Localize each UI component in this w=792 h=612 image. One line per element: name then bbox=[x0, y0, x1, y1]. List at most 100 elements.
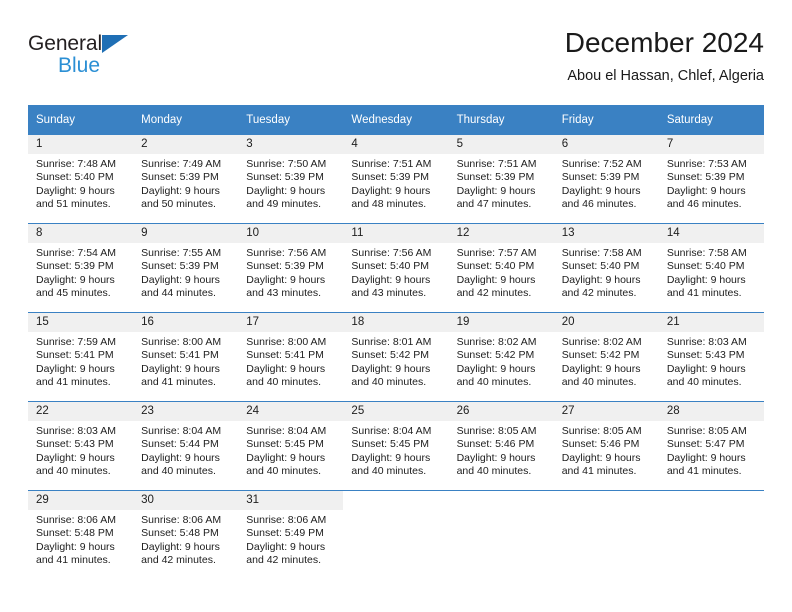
day-number: 13 bbox=[553, 224, 659, 243]
daylight-text: Daylight: 9 hours and 51 minutes. bbox=[36, 184, 115, 211]
calendar-day-cell[interactable]: 25 Sunrise: 8:04 AM Sunset: 5:45 PM Dayligh… bbox=[343, 401, 449, 491]
sunrise-text: Sunrise: 8:05 AM bbox=[456, 425, 537, 437]
calendar-day-cell[interactable]: 15 Sunrise: 7:59 AM Sunset: 5:41 PM Dayligh… bbox=[28, 312, 134, 402]
sunset-text: Sunset: 5:39 PM bbox=[351, 171, 430, 184]
calendar-day-cell[interactable]: 16 Sunrise: 8:00 AM Sunset: 5:41 PM Dayligh… bbox=[133, 312, 239, 402]
sunset-text: Sunset: 5:40 PM bbox=[456, 260, 535, 273]
daylight-text: Daylight: 9 hours and 43 minutes. bbox=[351, 273, 431, 300]
calendar-week-row: 29 Sunrise: 8:06 AM Sunset: 5:48 PM Dayligh… bbox=[28, 490, 764, 579]
daylight-text: Daylight: 9 hours and 42 minutes. bbox=[141, 540, 220, 567]
sunrise-text: Sunrise: 7:48 AM bbox=[36, 158, 116, 170]
sunrise-text: Sunrise: 7:59 AM bbox=[36, 336, 116, 348]
sunset-text: Sunset: 5:45 PM bbox=[351, 438, 430, 451]
daylight-text: Daylight: 9 hours and 44 minutes. bbox=[141, 273, 220, 300]
calendar-day-cell[interactable]: 2 Sunrise: 7:49 AM Sunset: 5:39 PM Daylight… bbox=[133, 135, 239, 224]
day-number: 2 bbox=[133, 135, 239, 154]
day-number: 30 bbox=[133, 491, 239, 510]
day-number: 16 bbox=[133, 313, 239, 332]
day-details: Sunrise: 7:59 AM Sunset: 5:41 PM Daylight:… bbox=[28, 332, 133, 390]
daylight-text: Daylight: 9 hours and 41 minutes. bbox=[666, 451, 746, 478]
calendar-week-row: 8 Sunrise: 7:54 AM Sunset: 5:39 PM Daylight… bbox=[28, 223, 764, 313]
calendar-day-cell[interactable]: 26 Sunrise: 8:05 AM Sunset: 5:46 PM Dayligh… bbox=[448, 401, 554, 491]
sunrise-text: Sunrise: 7:51 AM bbox=[351, 158, 432, 170]
day-details: Sunrise: 8:05 AM Sunset: 5:46 PM Daylight:… bbox=[449, 421, 554, 479]
calendar-day-cell[interactable]: 21 Sunrise: 8:03 AM Sunset: 5:43 PM Dayligh… bbox=[658, 312, 764, 402]
calendar-day-cell[interactable]: 7 Sunrise: 7:53 AM Sunset: 5:39 PM Daylight… bbox=[658, 135, 764, 224]
day-details: Sunrise: 8:04 AM Sunset: 5:44 PM Daylight:… bbox=[133, 421, 238, 479]
sunrise-text: Sunrise: 7:54 AM bbox=[36, 247, 116, 259]
calendar-day-cell[interactable]: 3 Sunrise: 7:50 AM Sunset: 5:39 PM Daylight… bbox=[238, 135, 344, 224]
sunset-text: Sunset: 5:43 PM bbox=[666, 349, 745, 362]
calendar-day-cell[interactable]: 13 Sunrise: 7:58 AM Sunset: 5:40 PM Dayligh… bbox=[553, 223, 659, 313]
sunset-text: Sunset: 5:40 PM bbox=[351, 260, 430, 273]
calendar-day-cell[interactable]: 23 Sunrise: 8:04 AM Sunset: 5:44 PM Dayligh… bbox=[133, 401, 239, 491]
sunset-text: Sunset: 5:48 PM bbox=[141, 527, 219, 540]
sunset-text: Sunset: 5:40 PM bbox=[36, 171, 114, 184]
calendar-day-cell[interactable]: 1 Sunrise: 7:48 AM Sunset: 5:40 PM Daylight… bbox=[28, 135, 134, 224]
calendar-day-cell[interactable]: 14 Sunrise: 7:58 AM Sunset: 5:40 PM Dayligh… bbox=[658, 223, 764, 313]
calendar-day-cell[interactable]: 29 Sunrise: 8:06 AM Sunset: 5:48 PM Dayligh… bbox=[28, 490, 134, 579]
sunset-text: Sunset: 5:46 PM bbox=[456, 438, 535, 451]
sunset-text: Sunset: 5:45 PM bbox=[246, 438, 324, 451]
day-number: 1 bbox=[28, 135, 134, 154]
calendar-day-cell[interactable]: 18 Sunrise: 8:01 AM Sunset: 5:42 PM Dayligh… bbox=[343, 312, 449, 402]
calendar-week-row: 1 Sunrise: 7:48 AM Sunset: 5:40 PM Daylight… bbox=[28, 135, 764, 224]
calendar-day-cell[interactable]: 8 Sunrise: 7:54 AM Sunset: 5:39 PM Daylight… bbox=[28, 223, 134, 313]
daylight-text: Daylight: 9 hours and 40 minutes. bbox=[561, 362, 641, 389]
calendar-day-cell[interactable]: 22 Sunrise: 8:03 AM Sunset: 5:43 PM Dayligh… bbox=[28, 401, 134, 491]
daylight-text: Daylight: 9 hours and 45 minutes. bbox=[36, 273, 115, 300]
calendar-day-cell[interactable]: 6 Sunrise: 7:52 AM Sunset: 5:39 PM Daylight… bbox=[553, 135, 659, 224]
day-number: 20 bbox=[553, 313, 659, 332]
daylight-text: Daylight: 9 hours and 47 minutes. bbox=[456, 184, 536, 211]
day-details: Sunrise: 7:50 AM Sunset: 5:39 PM Daylight:… bbox=[238, 154, 343, 212]
daylight-text: Daylight: 9 hours and 41 minutes. bbox=[141, 362, 220, 389]
sunrise-text: Sunrise: 7:49 AM bbox=[141, 158, 222, 170]
day-details: Sunrise: 8:04 AM Sunset: 5:45 PM Daylight:… bbox=[343, 421, 448, 479]
calendar-day-cell[interactable]: 28 Sunrise: 8:05 AM Sunset: 5:47 PM Dayligh… bbox=[658, 401, 764, 491]
calendar-day-cell[interactable]: 24 Sunrise: 8:04 AM Sunset: 5:45 PM Dayligh… bbox=[238, 401, 344, 491]
calendar-empty-cell bbox=[553, 490, 659, 579]
calendar-day-cell[interactable]: 4 Sunrise: 7:51 AM Sunset: 5:39 PM Daylight… bbox=[343, 135, 449, 224]
day-number: 15 bbox=[28, 313, 134, 332]
sunset-text: Sunset: 5:49 PM bbox=[246, 527, 324, 540]
brand-logo: General Blue bbox=[28, 32, 178, 84]
weekday-header-tuesday: Tuesday bbox=[238, 105, 344, 135]
calendar-day-cell[interactable]: 12 Sunrise: 7:57 AM Sunset: 5:40 PM Dayligh… bbox=[448, 223, 554, 313]
sunrise-text: Sunrise: 7:51 AM bbox=[456, 158, 537, 170]
calendar-day-cell[interactable]: 9 Sunrise: 7:55 AM Sunset: 5:39 PM Daylight… bbox=[133, 223, 239, 313]
day-number: 10 bbox=[238, 224, 344, 243]
day-number: 7 bbox=[658, 135, 764, 154]
daylight-text: Daylight: 9 hours and 40 minutes. bbox=[141, 451, 220, 478]
sunrise-text: Sunrise: 8:03 AM bbox=[666, 336, 747, 348]
sunset-text: Sunset: 5:39 PM bbox=[246, 260, 324, 273]
calendar-day-cell[interactable]: 17 Sunrise: 8:00 AM Sunset: 5:41 PM Dayligh… bbox=[238, 312, 344, 402]
daylight-text: Daylight: 9 hours and 46 minutes. bbox=[666, 184, 746, 211]
calendar-day-cell[interactable]: 11 Sunrise: 7:56 AM Sunset: 5:40 PM Dayligh… bbox=[343, 223, 449, 313]
day-number bbox=[554, 491, 659, 510]
calendar-day-cell[interactable]: 31 Sunrise: 8:06 AM Sunset: 5:49 PM Dayligh… bbox=[238, 490, 344, 579]
calendar-week-row: 15 Sunrise: 7:59 AM Sunset: 5:41 PM Dayligh… bbox=[28, 312, 764, 402]
sunset-text: Sunset: 5:39 PM bbox=[561, 171, 640, 184]
daylight-text: Daylight: 9 hours and 40 minutes. bbox=[456, 362, 536, 389]
page-subtitle: Abou el Hassan, Chlef, Algeria bbox=[567, 68, 764, 84]
sunset-text: Sunset: 5:42 PM bbox=[561, 349, 640, 362]
sunrise-text: Sunrise: 8:06 AM bbox=[246, 514, 327, 526]
day-number: 12 bbox=[448, 224, 554, 243]
calendar-day-cell[interactable]: 27 Sunrise: 8:05 AM Sunset: 5:46 PM Dayligh… bbox=[553, 401, 659, 491]
day-details: Sunrise: 7:48 AM Sunset: 5:40 PM Daylight:… bbox=[28, 154, 133, 212]
day-details: Sunrise: 7:49 AM Sunset: 5:39 PM Daylight:… bbox=[133, 154, 238, 212]
sunrise-text: Sunrise: 7:56 AM bbox=[351, 247, 432, 259]
daylight-text: Daylight: 9 hours and 46 minutes. bbox=[561, 184, 641, 211]
sunset-text: Sunset: 5:39 PM bbox=[456, 171, 535, 184]
calendar-empty-cell bbox=[658, 490, 764, 579]
calendar-day-cell[interactable]: 5 Sunrise: 7:51 AM Sunset: 5:39 PM Daylight… bbox=[448, 135, 554, 224]
daylight-text: Daylight: 9 hours and 40 minutes. bbox=[666, 362, 746, 389]
day-details: Sunrise: 8:01 AM Sunset: 5:42 PM Daylight:… bbox=[343, 332, 448, 390]
calendar-day-cell[interactable]: 19 Sunrise: 8:02 AM Sunset: 5:42 PM Dayligh… bbox=[448, 312, 554, 402]
day-details: Sunrise: 8:03 AM Sunset: 5:43 PM Daylight:… bbox=[659, 332, 764, 390]
calendar-day-cell[interactable]: 30 Sunrise: 8:06 AM Sunset: 5:48 PM Dayligh… bbox=[133, 490, 239, 579]
sunrise-text: Sunrise: 8:05 AM bbox=[561, 425, 642, 437]
calendar-day-cell[interactable]: 10 Sunrise: 7:56 AM Sunset: 5:39 PM Dayligh… bbox=[238, 223, 344, 313]
calendar-day-cell[interactable]: 20 Sunrise: 8:02 AM Sunset: 5:42 PM Dayligh… bbox=[553, 312, 659, 402]
calendar-week-row: 22 Sunrise: 8:03 AM Sunset: 5:43 PM Dayligh… bbox=[28, 401, 764, 491]
